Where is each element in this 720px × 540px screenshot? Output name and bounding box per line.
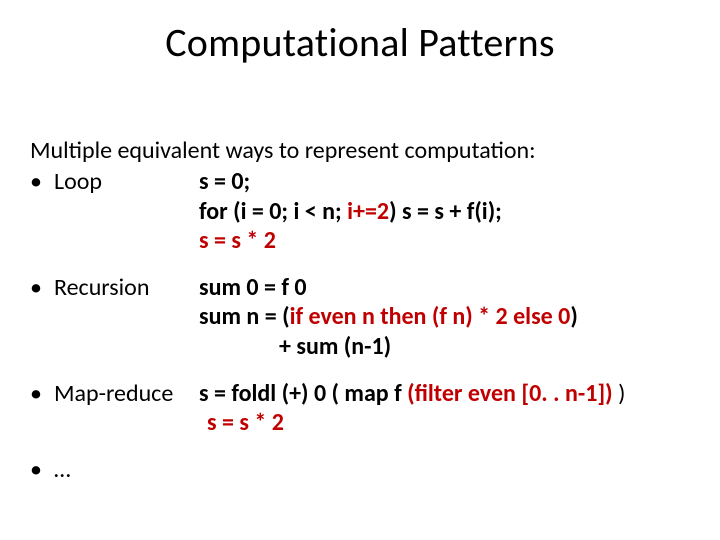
intro-text: Multiple equivalent ways to represent co… [30, 136, 704, 165]
bullet-list: • Loop s = 0; for (i = 0; i < n; i+=2) s… [30, 167, 704, 484]
bullet-dot-icon: • [30, 167, 54, 196]
bullet-loop: • Loop s = 0; for (i = 0; i < n; i+=2) s… [30, 167, 704, 255]
bullet-label-loop: Loop [54, 167, 199, 196]
loop-l1: s = 0; [199, 167, 250, 196]
loop-l3: s = s * 2 [199, 226, 276, 255]
bullet-mapreduce: • Map-reduce s = foldl (+) 0 ( map f (fi… [30, 379, 704, 438]
rec-l2c: ) [570, 302, 577, 331]
bullet-dot-icon: • [30, 273, 54, 302]
code-recursion: sum 0 = f 0 sum n = (if even n then (f n… [199, 273, 704, 361]
rec-l3: + sum (n-1) [279, 332, 391, 361]
bullet-label-mapreduce: Map-reduce [54, 379, 199, 408]
rec-l2b: if even n then (f n) * 2 else 0 [290, 302, 571, 331]
bullet-label-ellipsis: … [54, 455, 199, 484]
mr-l1c: ) [613, 379, 626, 408]
loop-l2c: ) s = s + f(i); [389, 197, 502, 226]
mr-l1a: s = foldl (+) 0 ( map f [199, 379, 407, 408]
mr-l1b: (filter even [0. . n-1]) [407, 379, 613, 408]
bullet-dot-icon: • [30, 379, 54, 408]
code-mapreduce: s = foldl (+) 0 ( map f (filter even [0.… [199, 379, 704, 438]
loop-l2b: i+=2 [347, 197, 389, 226]
bullet-dot-icon: • [30, 455, 54, 484]
slide: Computational Patterns Multiple equivale… [0, 0, 720, 540]
loop-l2a: for (i = 0; i < n; [199, 197, 347, 226]
code-loop: s = 0; for (i = 0; i < n; i+=2) s = s + … [199, 167, 704, 255]
mr-l2: s = s * 2 [207, 408, 284, 437]
rec-l2a: sum n = ( [199, 302, 290, 331]
bullet-label-recursion: Recursion [54, 273, 199, 302]
slide-title: Computational Patterns [0, 22, 720, 64]
rec-l1: sum 0 = f 0 [199, 273, 307, 302]
bullet-ellipsis: • … [30, 455, 704, 484]
bullet-recursion: • Recursion sum 0 = f 0 sum n = (if even… [30, 273, 704, 361]
slide-body: Multiple equivalent ways to represent co… [30, 136, 704, 485]
